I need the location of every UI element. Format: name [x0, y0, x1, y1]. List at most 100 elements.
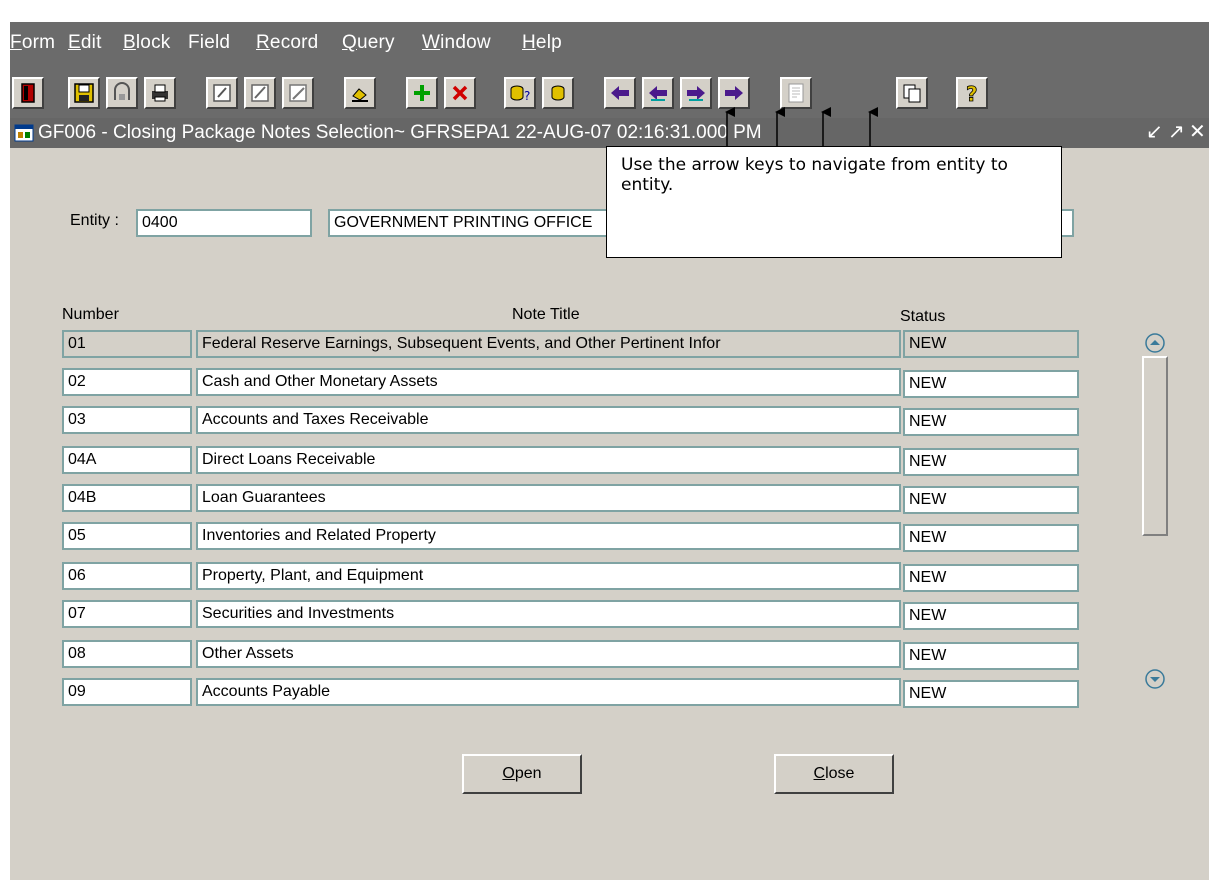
help-button[interactable]: ? [956, 77, 988, 109]
row-status-cell[interactable]: NEW [903, 564, 1079, 592]
row-number-cell[interactable]: 05 [62, 522, 192, 550]
application-window: Form Edit Block Field Record Query Windo… [10, 22, 1209, 880]
row-status-cell[interactable]: NEW [903, 486, 1079, 514]
row-status-cell[interactable]: NEW [903, 330, 1079, 358]
menu-window[interactable]: Window [422, 32, 491, 54]
row-number-cell[interactable]: 01 [62, 330, 192, 358]
previous-block-button[interactable] [604, 77, 636, 109]
print-button[interactable] [144, 77, 176, 109]
arrow-right-record-icon [687, 86, 705, 101]
row-number-cell[interactable]: 04A [62, 446, 192, 474]
row-title-cell[interactable]: Loan Guarantees [196, 484, 901, 512]
scroll-down-icon[interactable] [1144, 668, 1166, 690]
form-app-icon [14, 124, 34, 142]
row-title-cell[interactable]: Direct Loans Receivable [196, 446, 901, 474]
row-title-cell[interactable]: Property, Plant, and Equipment [196, 562, 901, 590]
enter-query-button[interactable]: ? [504, 77, 536, 109]
entity-code-field[interactable]: 0400 [136, 209, 312, 237]
row-title-cell[interactable]: Inventories and Related Property [196, 522, 901, 550]
menu-block-mnemonic: B [123, 32, 136, 53]
arrow-right-icon [725, 86, 743, 100]
edit-pencil-icon [213, 84, 231, 102]
menu-query-label: uery [356, 32, 395, 53]
menu-block[interactable]: Block [123, 32, 170, 54]
row-title-cell[interactable]: Accounts Payable [196, 678, 901, 706]
help-question-icon: ? [966, 82, 978, 104]
edit-clear-button[interactable] [282, 77, 314, 109]
menu-record[interactable]: Record [256, 32, 318, 54]
menu-bar: Form Edit Block Field Record Query Windo… [10, 22, 1209, 66]
exit-button[interactable] [12, 77, 44, 109]
window-title: GF006 - Closing Package Notes Selection~… [38, 122, 762, 143]
row-number-cell[interactable]: 02 [62, 368, 192, 396]
scroll-up-icon[interactable] [1144, 332, 1166, 354]
scrollbar-thumb[interactable] [1142, 356, 1168, 536]
entity-label: Entity : [70, 212, 119, 229]
arrow-left-icon [611, 86, 629, 100]
column-header-note-title: Note Title [512, 306, 580, 323]
edit-button[interactable] [206, 77, 238, 109]
menu-form[interactable]: Form [10, 32, 55, 54]
row-title-cell[interactable]: Other Assets [196, 640, 901, 668]
next-record-button[interactable] [680, 77, 712, 109]
row-number-cell[interactable]: 04B [62, 484, 192, 512]
exit-door-icon [21, 83, 35, 103]
row-title-cell[interactable]: Cash and Other Monetary Assets [196, 368, 901, 396]
delete-record-button[interactable] [444, 77, 476, 109]
copy-button[interactable] [896, 77, 928, 109]
menu-field[interactable]: Field [188, 32, 230, 54]
delete-x-icon [452, 85, 468, 101]
save-button[interactable] [68, 77, 100, 109]
row-status-cell[interactable]: NEW [903, 680, 1079, 708]
row-status-cell[interactable]: NEW [903, 370, 1079, 398]
maximize-icon[interactable]: ↗ [1168, 122, 1185, 142]
window-title-bar: GF006 - Closing Package Notes Selection~… [10, 118, 1209, 148]
tooltip-callout: Use the arrow keys to navigate from enti… [606, 146, 1062, 258]
menu-query-mnemonic: Q [342, 32, 357, 53]
close-button-label: lose [825, 765, 855, 782]
next-block-button[interactable] [718, 77, 750, 109]
row-title-cell[interactable]: Federal Reserve Earnings, Subsequent Eve… [196, 330, 901, 358]
printer-icon [152, 84, 168, 102]
row-status-cell[interactable]: NEW [903, 448, 1079, 476]
row-status-cell[interactable]: NEW [903, 602, 1079, 630]
insert-record-button[interactable] [406, 77, 438, 109]
close-window-icon[interactable]: ✕ [1189, 122, 1206, 142]
list-button[interactable] [780, 77, 812, 109]
row-number-cell[interactable]: 08 [62, 640, 192, 668]
row-number-cell[interactable]: 06 [62, 562, 192, 590]
edit-copy-button[interactable] [244, 77, 276, 109]
row-status-cell[interactable]: NEW [903, 642, 1079, 670]
svg-text:?: ? [966, 82, 978, 104]
row-title-cell[interactable]: Securities and Investments [196, 600, 901, 628]
minimize-icon[interactable]: ↙ [1146, 122, 1163, 142]
copy-pages-icon [903, 84, 921, 103]
callout-text: Use the arrow keys to navigate from enti… [621, 155, 1008, 195]
column-header-number: Number [62, 306, 119, 323]
row-status-cell[interactable]: NEW [903, 524, 1079, 552]
list-document-icon [788, 83, 804, 103]
clear-field-button[interactable] [344, 77, 376, 109]
vertical-scrollbar[interactable] [1140, 330, 1170, 692]
menu-record-mnemonic: R [256, 32, 270, 53]
open-button[interactable]: Open [462, 754, 582, 794]
menu-window-label: indow [440, 32, 491, 53]
query-database-icon: ? [510, 85, 530, 103]
row-number-cell[interactable]: 07 [62, 600, 192, 628]
menu-edit[interactable]: Edit [68, 32, 102, 54]
print-preview-icon [114, 82, 130, 100]
row-status-cell[interactable]: NEW [903, 408, 1079, 436]
close-button[interactable]: Close [774, 754, 894, 794]
row-number-cell[interactable]: 09 [62, 678, 192, 706]
execute-query-button[interactable] [542, 77, 574, 109]
toolbar: ? ? [10, 66, 1209, 118]
eraser-icon [352, 88, 368, 102]
menu-block-label: lock [135, 32, 171, 53]
row-title-cell[interactable]: Accounts and Taxes Receivable [196, 406, 901, 434]
menu-help[interactable]: Help [522, 32, 562, 54]
menu-help-label: elp [535, 32, 562, 53]
print-preview-button[interactable] [106, 77, 138, 109]
menu-query[interactable]: Query [342, 32, 395, 54]
row-number-cell[interactable]: 03 [62, 406, 192, 434]
previous-record-button[interactable] [642, 77, 674, 109]
